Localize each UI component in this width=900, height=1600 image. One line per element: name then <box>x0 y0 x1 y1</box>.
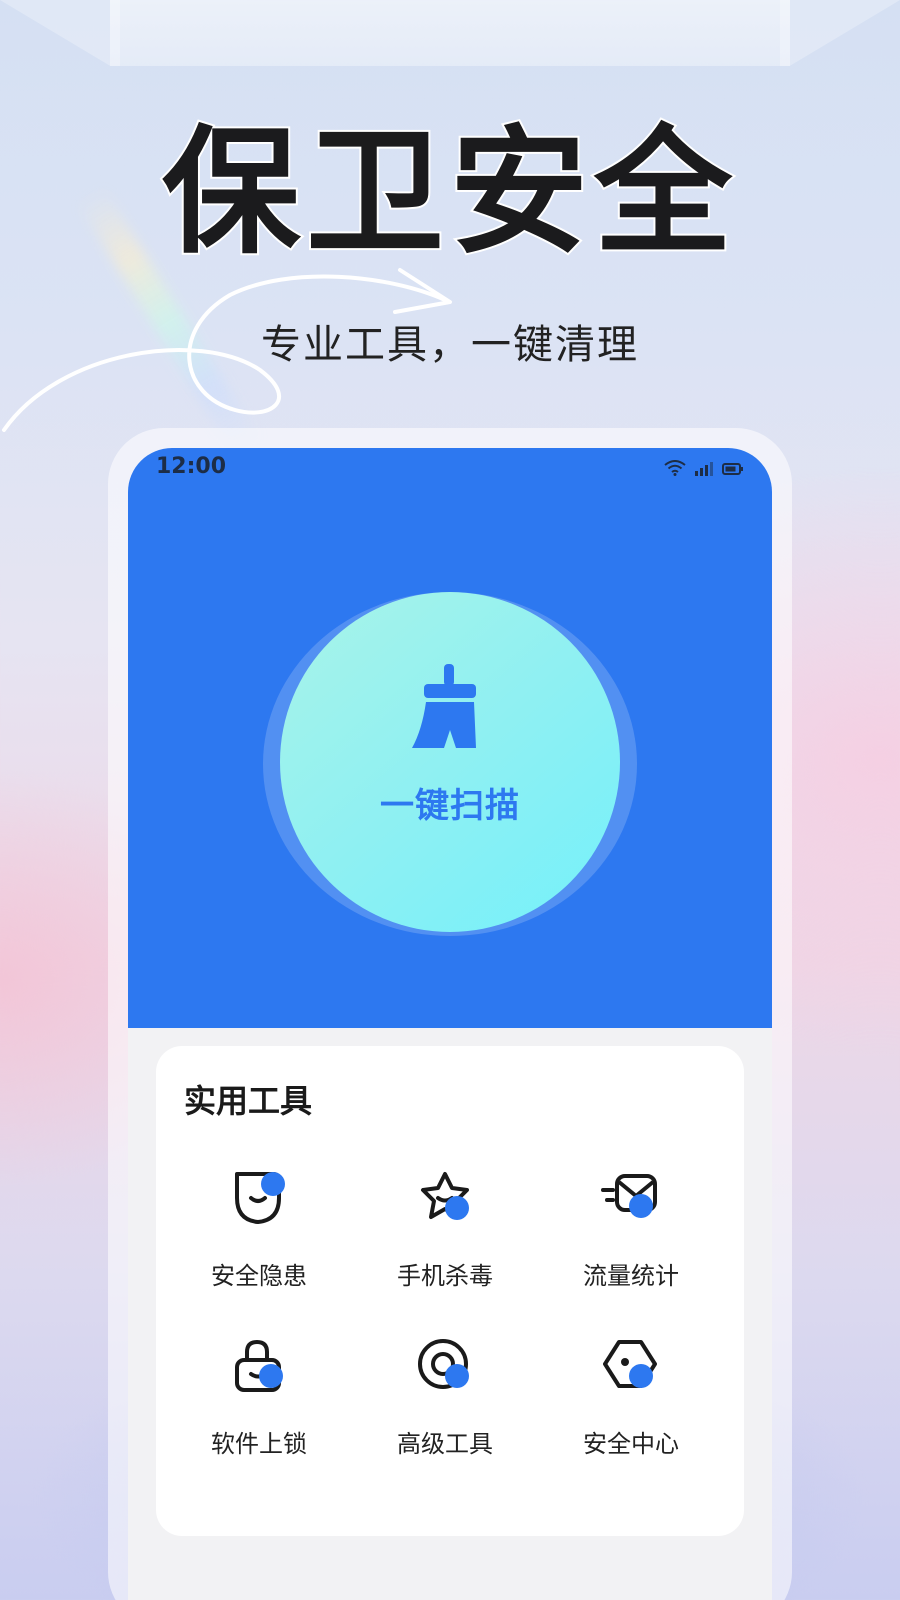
star-icon <box>421 1172 469 1220</box>
scan-button[interactable]: 一键扫描 <box>280 592 620 932</box>
tool-app-lock[interactable]: 软件上锁 <box>166 1336 352 1486</box>
tool-label: 流量统计 <box>583 1262 679 1290</box>
tool-security-center[interactable]: 安全中心 <box>538 1336 724 1486</box>
shield-icon <box>235 1172 285 1224</box>
phone-screen: 12:00 一键扫描 实用工具 安全隐患 手机杀毒 流量统计 软件上锁 高级工具… <box>128 448 772 1600</box>
tools-title: 实用工具 <box>184 1082 313 1120</box>
hero-title: 保卫安全 <box>160 110 738 275</box>
disc-icon <box>418 1339 469 1389</box>
scan-label: 一键扫描 <box>380 786 520 826</box>
tool-advanced[interactable]: 高级工具 <box>352 1336 538 1486</box>
tool-label: 软件上锁 <box>211 1430 307 1458</box>
tool-label: 高级工具 <box>397 1430 493 1458</box>
mail-icon <box>601 1174 657 1218</box>
tool-label: 安全中心 <box>583 1430 679 1458</box>
tool-label: 手机杀毒 <box>397 1262 493 1290</box>
status-icons <box>664 460 744 476</box>
tool-safety-hazards[interactable]: 安全隐患 <box>166 1168 352 1318</box>
tool-traffic-stats[interactable]: 流量统计 <box>538 1168 724 1318</box>
top-decoration-plate <box>110 0 790 66</box>
battery-icon <box>722 463 743 475</box>
signal-icon <box>695 462 713 476</box>
status-time: 12:00 <box>156 454 227 479</box>
tools-card: 实用工具 安全隐患 手机杀毒 流量统计 软件上锁 高级工具 安全中心 <box>156 1046 744 1536</box>
lock-icon <box>235 1339 283 1392</box>
wifi-icon <box>664 460 686 476</box>
top-decoration-right <box>780 0 900 66</box>
tool-virus-scan[interactable]: 手机杀毒 <box>352 1168 538 1318</box>
tool-label: 安全隐患 <box>211 1262 307 1290</box>
scan-panel: 12:00 一键扫描 <box>128 448 772 1028</box>
hero-subtitle: 专业工具，一键清理 <box>261 322 639 368</box>
top-decoration-left <box>0 0 120 66</box>
hexagon-icon <box>603 1340 657 1388</box>
broom-icon <box>412 664 476 748</box>
